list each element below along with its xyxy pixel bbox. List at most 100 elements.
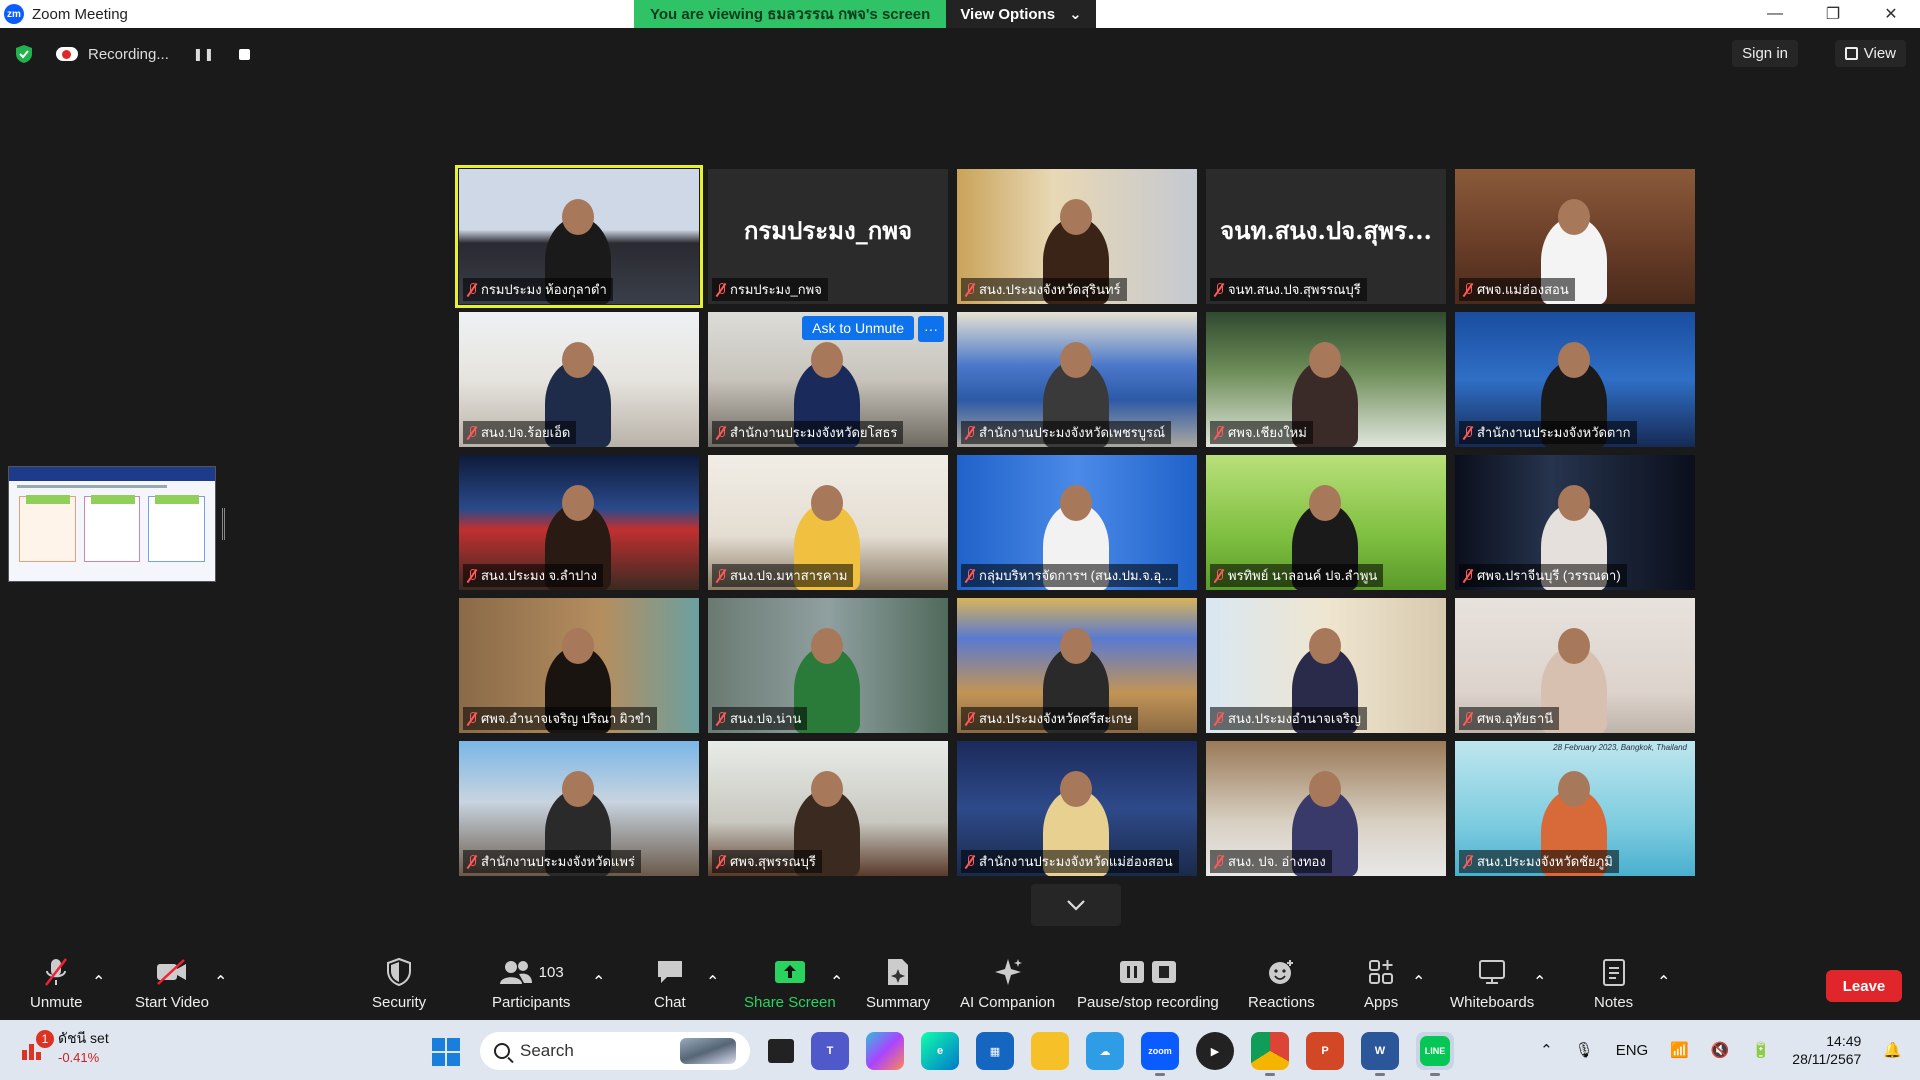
file-explorer-icon[interactable]	[1031, 1032, 1069, 1070]
video-tile[interactable]: สนง.ประมง จ.ลำปาง	[459, 455, 699, 590]
next-page-button[interactable]	[1031, 884, 1121, 926]
sign-in-button[interactable]: Sign in	[1732, 40, 1798, 67]
stock-widget[interactable]: 1 ดัชนี set -0.41%	[20, 1028, 109, 1065]
notes-options-caret[interactable]: ⌃	[1657, 972, 1670, 992]
video-tile[interactable]: กลุ่มบริหารจัดการฯ (สนง.ปม.จ.อุ...	[957, 455, 1197, 590]
view-button[interactable]: View	[1834, 40, 1906, 67]
chevron-up-icon[interactable]: ⌃	[1540, 1041, 1553, 1059]
minimize-icon[interactable]: —	[1746, 0, 1804, 28]
audio-options-caret[interactable]: ⌃	[92, 972, 105, 992]
notes-button[interactable]: Notes	[1594, 954, 1633, 1011]
security-button[interactable]: Security	[372, 954, 426, 1011]
restore-icon[interactable]: ❐	[1804, 0, 1862, 28]
video-tile[interactable]: สำนักงานประมงจังหวัดแพร่	[459, 741, 699, 876]
media-player-icon[interactable]: ▶	[1196, 1032, 1234, 1070]
video-tile[interactable]: ศพจ.อุทัยธานี	[1455, 598, 1695, 733]
wifi-icon[interactable]: 📶	[1670, 1041, 1689, 1059]
participant-head	[1060, 485, 1092, 521]
reactions-button[interactable]: Reactions	[1248, 954, 1315, 1011]
word-icon[interactable]: W	[1361, 1032, 1399, 1076]
video-tile[interactable]: สำนักงานประมงจังหวัดแม่ฮ่องสอน	[957, 741, 1197, 876]
video-tile[interactable]: ศพจ.ปราจีนบุรี (วรรณดา)	[1455, 455, 1695, 590]
close-icon[interactable]: ✕	[1862, 0, 1920, 28]
taskbar-search[interactable]: Search	[480, 1032, 750, 1070]
participant-nameplate: ศพจ.สุพรรณบุรี	[712, 850, 822, 873]
task-view-icon[interactable]	[768, 1039, 794, 1063]
mic-muted-icon	[716, 425, 726, 440]
unmute-button[interactable]: Unmute	[30, 954, 83, 1011]
video-tile[interactable]: สนง.ปจ.มหาสารคาม	[708, 455, 948, 590]
pause-stop-recording-button[interactable]: Pause/stop recording	[1077, 954, 1219, 1011]
leave-button[interactable]: Leave	[1826, 970, 1902, 1002]
stock-chart-icon: 1	[20, 1029, 54, 1062]
apps-options-caret[interactable]: ⌃	[1412, 972, 1425, 992]
encryption-shield-icon[interactable]	[14, 44, 34, 64]
language-indicator[interactable]: ENG	[1616, 1042, 1649, 1059]
summary-button[interactable]: Summary	[866, 954, 930, 1011]
video-tile[interactable]: สำนักงานประมงจังหวัดเพชรบูรณ์	[957, 312, 1197, 447]
powerpoint-icon[interactable]: P	[1306, 1032, 1344, 1070]
start-video-label: Start Video	[135, 994, 209, 1011]
edge-icon[interactable]: e	[921, 1032, 959, 1070]
video-tile[interactable]: Ask to Unmute ··· สำนักงานประมงจังหวัดยโสธ…	[708, 312, 948, 447]
video-tile[interactable]: สนง. ปจ. อ่างทอง	[1206, 741, 1446, 876]
chrome-icon[interactable]	[1251, 1032, 1289, 1076]
clock[interactable]: 14:49 28/11/2567	[1792, 1032, 1861, 1068]
shared-screen-thumbnail[interactable]	[8, 466, 216, 582]
view-options-button[interactable]: View Options ⌄	[946, 0, 1096, 28]
start-video-button[interactable]: Start Video	[135, 954, 209, 1011]
participant-name: จนท.สนง.ปจ.สุพรรณบุรี	[1228, 282, 1361, 297]
video-tile[interactable]: ศพจ.เชียงใหม่	[1206, 312, 1446, 447]
volume-muted-icon[interactable]: 🔇	[1711, 1041, 1730, 1059]
video-tile[interactable]: กรมประมง ห้องกุลาดำ	[455, 165, 703, 308]
microphone-icon[interactable]: 🎙	[1575, 1041, 1594, 1059]
participant-nameplate: กลุ่มบริหารจัดการฯ (สนง.ปม.จ.อุ...	[961, 564, 1179, 587]
video-tile[interactable]: พรทิพย์ นาลอนค์ ปจ.ลำพูน	[1206, 455, 1446, 590]
video-tile[interactable]: กรมประมง_กพจ กรมประมง_กพจ	[708, 169, 948, 304]
notification-bell-icon[interactable]: 🔔	[1883, 1041, 1902, 1059]
whiteboards-button[interactable]: Whiteboards	[1450, 954, 1534, 1011]
share-screen-button[interactable]: Share Screen	[744, 954, 836, 1011]
video-tile[interactable]: สนง.ปจ.น่าน	[708, 598, 948, 733]
sparkle-icon	[994, 959, 1022, 985]
participants-options-caret[interactable]: ⌃	[592, 972, 605, 992]
video-tile[interactable]: จนท.สนง.ปจ.สุพร... จนท.สนง.ปจ.สุพรรณบุรี	[1206, 169, 1446, 304]
video-tile[interactable]: 28 February 2023, Bangkok, Thailand สนง.ป…	[1455, 741, 1695, 876]
participant-nameplate: สนง.ประมงอำนาจเจริญ	[1210, 707, 1367, 730]
video-tile[interactable]: ศพจ.อำนาจเจริญ ปริณา ผิวขำ	[459, 598, 699, 733]
share-options-caret[interactable]: ⌃	[830, 972, 843, 992]
video-tile[interactable]: สนง.ประมงจังหวัดศรีสะเกษ	[957, 598, 1197, 733]
whiteboards-options-caret[interactable]: ⌃	[1533, 972, 1546, 992]
windows-start-icon[interactable]	[432, 1038, 460, 1066]
ask-to-unmute-button[interactable]: Ask to Unmute	[802, 316, 914, 340]
thumbnail-resize-handle[interactable]	[222, 508, 225, 540]
video-options-caret[interactable]: ⌃	[214, 972, 227, 992]
video-tile[interactable]: สนง.ประมงอำนาจเจริญ	[1206, 598, 1446, 733]
chat-options-caret[interactable]: ⌃	[706, 972, 719, 992]
chat-button[interactable]: Chat	[654, 954, 686, 1011]
participant-head	[811, 628, 843, 664]
participants-button[interactable]: 103 Participants	[492, 954, 570, 1011]
store-icon[interactable]: ▦	[976, 1032, 1014, 1070]
battery-icon[interactable]: 🔋	[1752, 1041, 1771, 1059]
video-tile[interactable]: สำนักงานประมงจังหวัดตาก	[1455, 312, 1695, 447]
participant-head	[1309, 485, 1341, 521]
pause-recording-icon[interactable]: ❚❚	[193, 47, 215, 61]
zoom-taskbar-icon[interactable]: zoom	[1141, 1032, 1179, 1076]
video-tile[interactable]: สนง.ปจ.ร้อยเอ็ด	[459, 312, 699, 447]
copilot-icon[interactable]	[866, 1032, 904, 1070]
ai-companion-button[interactable]: AI Companion	[960, 954, 1055, 1011]
video-tile[interactable]: ศพจ.สุพรรณบุรี	[708, 741, 948, 876]
video-tile[interactable]: ศพจ.แม่ฮ่องสอน	[1455, 169, 1695, 304]
stop-recording-icon[interactable]	[238, 48, 250, 60]
participant-nameplate: สนง.ปจ.น่าน	[712, 707, 808, 730]
weather-app-icon[interactable]: ☁	[1086, 1032, 1124, 1070]
teams-icon[interactable]: T	[811, 1032, 849, 1070]
video-tile[interactable]: สนง.ประมงจังหวัดสุรินทร์	[957, 169, 1197, 304]
line-app-icon[interactable]: LINE	[1416, 1032, 1454, 1076]
taskbar-apps: T e ▦ ☁ zoom ▶ P W LINE	[768, 1032, 1454, 1076]
mic-muted-icon	[1463, 711, 1473, 726]
apps-button[interactable]: Apps	[1364, 954, 1398, 1011]
mic-muted-icon	[1214, 282, 1224, 297]
more-options-icon[interactable]: ···	[918, 316, 944, 342]
